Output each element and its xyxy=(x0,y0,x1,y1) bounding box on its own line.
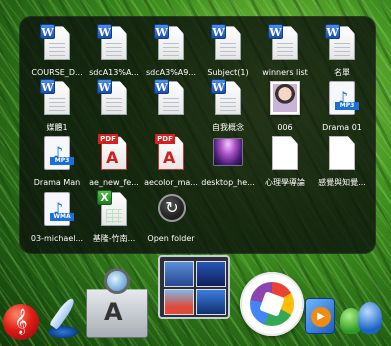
excel-document-icon: X xyxy=(97,190,131,230)
file-label: Subject(1) xyxy=(207,68,249,77)
word-document-icon: W xyxy=(40,24,74,64)
messenger-icon[interactable] xyxy=(338,300,388,340)
pdf-icon: A PDF xyxy=(154,134,188,174)
file-label: 媒體1 xyxy=(46,123,68,132)
word-document-icon: W xyxy=(268,24,302,64)
dock: 𝄞 A ▶ xyxy=(0,252,391,346)
word-document-icon: W xyxy=(154,79,188,119)
file-label: Drama 01 xyxy=(322,123,362,132)
file-drama-man[interactable]: ♪ MP3 Drama Man xyxy=(25,134,89,198)
stack-panel: W COURSE_D... W sdcA13%A... W sdcA3%A9..… xyxy=(19,16,376,254)
word-document-icon: W xyxy=(325,24,359,64)
mp3-icon: ♪ MP3 xyxy=(40,134,74,174)
photo-icon xyxy=(268,79,302,119)
file-label: desktop_he... xyxy=(201,178,255,187)
file-label: 心理學導論 xyxy=(265,178,305,187)
file-michael-wma[interactable]: ♪ WMA 03-michael... xyxy=(25,190,89,254)
open-folder-label: Open folder xyxy=(147,234,195,243)
word-document-icon: W xyxy=(211,24,245,64)
file-ae-new-fe[interactable]: A PDF ae_new_fe... xyxy=(82,134,146,198)
file-label: 03-michael... xyxy=(30,234,84,243)
blank-document-icon xyxy=(325,134,359,174)
open-folder-icon: ↻ xyxy=(154,190,188,230)
file-keelung-zhunan[interactable]: X 基隆-竹南... xyxy=(82,190,146,254)
blank-document-icon xyxy=(268,134,302,174)
file-label: aecolor_ma... xyxy=(144,178,198,187)
file-label: 基隆-竹南... xyxy=(92,234,136,243)
music-player-icon[interactable]: 𝄞 xyxy=(3,304,39,340)
file-aecolor-ma[interactable]: A PDF aecolor_ma... xyxy=(139,134,203,198)
media-player-icon[interactable]: ▶ xyxy=(305,298,335,334)
picasa-icon[interactable] xyxy=(240,272,304,336)
file-psychology-intro[interactable]: 心理學導論 xyxy=(253,134,317,198)
file-label: 自我概念 xyxy=(212,123,244,132)
file-label: sdcA13%A... xyxy=(89,68,139,77)
file-label: winners list xyxy=(262,68,308,77)
file-label: 感覺與知覺... xyxy=(318,178,366,187)
applications-icon[interactable]: A xyxy=(82,264,152,340)
word-document-icon: W xyxy=(211,79,245,119)
word-document-icon: W xyxy=(97,24,131,64)
file-label: sdcA3%A9... xyxy=(146,68,196,77)
open-folder-button[interactable]: ↻ Open folder xyxy=(139,190,203,254)
file-label: ae_new_fe... xyxy=(89,178,139,187)
file-label: Drama Man xyxy=(33,178,81,187)
file-label: 名單 xyxy=(334,68,350,77)
file-label: COURSE_D... xyxy=(31,68,83,77)
word-document-icon: W xyxy=(154,24,188,64)
file-label: 006 xyxy=(277,123,293,132)
wma-icon: ♪ WMA xyxy=(40,190,74,230)
image-icon xyxy=(211,134,245,174)
windows-explorer-icon[interactable] xyxy=(158,255,230,319)
writer-quill-icon[interactable] xyxy=(44,296,84,340)
word-document-icon: W xyxy=(97,79,131,119)
file-desktop-he[interactable]: desktop_he... xyxy=(196,134,260,198)
file-sensation-perception[interactable]: 感覺與知覺... xyxy=(310,134,374,198)
mp3-icon: ♪ MP3 xyxy=(325,79,359,119)
word-document-icon: W xyxy=(40,79,74,119)
pdf-icon: A PDF xyxy=(97,134,131,174)
